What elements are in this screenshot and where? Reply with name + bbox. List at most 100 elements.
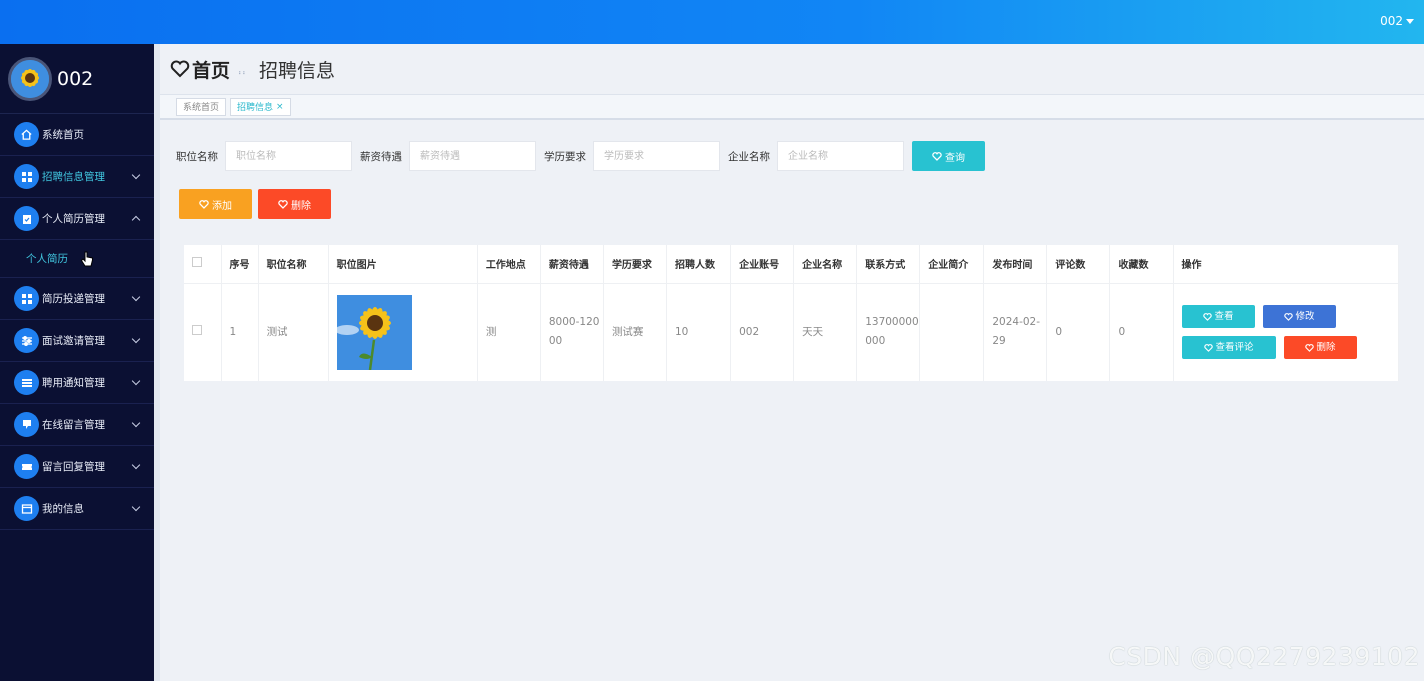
sidebar-item-label: 留言回复管理 xyxy=(42,461,105,473)
table-row: 1 测试 测 8000-12000 测试赛 10 002 天天 13700000… xyxy=(184,283,1400,381)
search-label-salary: 薪资待遇 xyxy=(360,150,402,163)
column-header: 薪资待遇 xyxy=(540,245,604,284)
data-table: 序号 职位名称 职位图片 工作地点 薪资待遇 学历要求 招聘人数 企业账号 企业… xyxy=(184,245,1400,381)
sidebar-subitem-label: 个人简历 xyxy=(26,253,68,265)
add-button[interactable]: 添加 xyxy=(179,189,252,219)
cell-company: 天天 xyxy=(793,283,858,381)
sidebar-item-replies[interactable]: 留言回复管理 xyxy=(0,446,154,488)
cell-salary: 8000-12000 xyxy=(540,283,604,381)
search-form: 职位名称 薪资待遇 学历要求 企业名称 查询 xyxy=(176,141,985,171)
main-content: 首页 :: 招聘信息 系统首页 招聘信息× 职位名称 薪资待遇 学历要求 企业名… xyxy=(160,44,1424,681)
sidebar: 002 系统首页 招聘信息管理 个人简历管理 个人简历 简历投递管理 面试邀请管… xyxy=(0,44,154,681)
sidebar-subitem-my-resume[interactable]: 个人简历 xyxy=(0,240,154,278)
column-header: 企业名称 xyxy=(793,245,858,284)
query-button-label: 查询 xyxy=(945,152,965,164)
heart-icon xyxy=(170,60,190,78)
column-header: 职位图片 xyxy=(328,245,478,284)
column-header: 操作 xyxy=(1173,245,1400,284)
edit-button-label: 修改 xyxy=(1295,311,1315,323)
tab-label: 招聘信息 xyxy=(237,103,274,113)
heart-icon xyxy=(278,199,288,209)
row-checkbox[interactable] xyxy=(192,324,202,335)
watermark: CSDN @QQ2279239102 xyxy=(1108,642,1420,671)
row-delete-button[interactable]: 删除 xyxy=(1283,336,1357,360)
sidebar-item-label: 我的信息 xyxy=(42,503,84,515)
chevron-up-icon xyxy=(131,215,141,225)
heart-icon xyxy=(932,151,942,161)
search-label-education: 学历要求 xyxy=(544,150,586,163)
search-label-company: 企业名称 xyxy=(728,150,770,163)
sidebar-item-messages[interactable]: 在线留言管理 xyxy=(0,404,154,446)
sidebar-item-submission[interactable]: 简历投递管理 xyxy=(0,278,154,320)
profile-name: 002 xyxy=(57,67,94,90)
company-search-input[interactable] xyxy=(777,141,904,171)
view-comments-button-label: 查看评论 xyxy=(1215,342,1254,354)
search-label-title: 职位名称 xyxy=(176,150,218,163)
cell-comments: 0 xyxy=(1046,283,1111,381)
page-header: 首页 :: 招聘信息 xyxy=(160,44,1424,94)
sliders-icon xyxy=(14,328,39,353)
column-header: 企业账号 xyxy=(730,245,795,284)
page-title: 招聘信息 xyxy=(259,59,336,82)
chevron-down-icon xyxy=(131,418,141,428)
column-header: 联系方式 xyxy=(856,245,921,284)
cell-date: 2024-02-29 xyxy=(983,283,1048,381)
home-icon xyxy=(14,122,39,147)
heart-icon xyxy=(1283,312,1293,321)
query-button[interactable]: 查询 xyxy=(912,141,985,171)
cell-account: 002 xyxy=(730,283,795,381)
grid-icon xyxy=(14,286,39,311)
top-bar: 002 xyxy=(0,0,1424,44)
add-button-label: 添加 xyxy=(212,200,232,212)
edit-button[interactable]: 修改 xyxy=(1262,305,1336,329)
list-icon xyxy=(14,370,39,395)
clipboard-icon xyxy=(14,206,39,231)
batch-delete-button[interactable]: 删除 xyxy=(258,189,331,219)
select-all-header xyxy=(184,245,222,284)
mouse-cursor-icon xyxy=(80,251,93,267)
column-header: 企业简介 xyxy=(919,245,985,284)
cell-operations: 查看 修改 查看评论 删除 xyxy=(1173,283,1400,381)
ticket-icon xyxy=(14,454,39,479)
sidebar-item-interview[interactable]: 面试邀请管理 xyxy=(0,320,154,362)
view-comments-button[interactable]: 查看评论 xyxy=(1181,336,1276,360)
sidebar-item-my-info[interactable]: 我的信息 xyxy=(0,488,154,530)
salary-search-input[interactable] xyxy=(409,141,536,171)
view-button[interactable]: 查看 xyxy=(1181,305,1255,329)
column-header: 发布时间 xyxy=(983,245,1048,284)
chevron-down-icon xyxy=(1406,19,1414,24)
heart-icon xyxy=(1304,343,1314,352)
job-image[interactable] xyxy=(336,294,412,370)
sidebar-item-recruitment[interactable]: 招聘信息管理 xyxy=(0,156,154,198)
heart-icon xyxy=(1202,312,1212,321)
sidebar-item-label: 面试邀请管理 xyxy=(42,335,105,347)
sidebar-item-home[interactable]: 系统首页 xyxy=(0,114,154,156)
breadcrumb-home[interactable]: 首页 xyxy=(192,56,230,83)
chevron-down-icon xyxy=(131,292,141,302)
tab-bar: 系统首页 招聘信息 × xyxy=(160,94,1424,120)
close-icon[interactable]: × xyxy=(276,102,284,112)
sidebar-item-offer[interactable]: 聘用通知管理 xyxy=(0,362,154,404)
avatar xyxy=(8,56,52,101)
breadcrumb-separator: :: xyxy=(236,70,250,74)
cell-intro xyxy=(919,283,985,381)
heart-icon xyxy=(1203,343,1213,352)
grid-icon xyxy=(14,164,39,189)
tab-recruitment[interactable]: 招聘信息 × xyxy=(230,97,291,116)
cell-education: 测试赛 xyxy=(603,283,668,381)
select-all-checkbox[interactable] xyxy=(192,257,202,268)
heart-icon xyxy=(199,199,209,209)
cell-location: 测 xyxy=(477,283,541,381)
user-menu[interactable]: 002 xyxy=(1380,14,1414,28)
sidebar-item-label: 个人简历管理 xyxy=(42,213,105,225)
column-header: 收藏数 xyxy=(1109,245,1174,284)
sidebar-item-resume[interactable]: 个人简历管理 xyxy=(0,198,154,240)
column-header: 工作地点 xyxy=(477,245,541,284)
chevron-down-icon xyxy=(131,460,141,470)
column-header: 序号 xyxy=(221,245,259,284)
tab-home[interactable]: 系统首页 xyxy=(176,97,227,116)
chevron-down-icon xyxy=(131,170,141,180)
view-button-label: 查看 xyxy=(1214,311,1234,323)
education-search-input[interactable] xyxy=(593,141,720,171)
title-search-input[interactable] xyxy=(225,141,352,171)
